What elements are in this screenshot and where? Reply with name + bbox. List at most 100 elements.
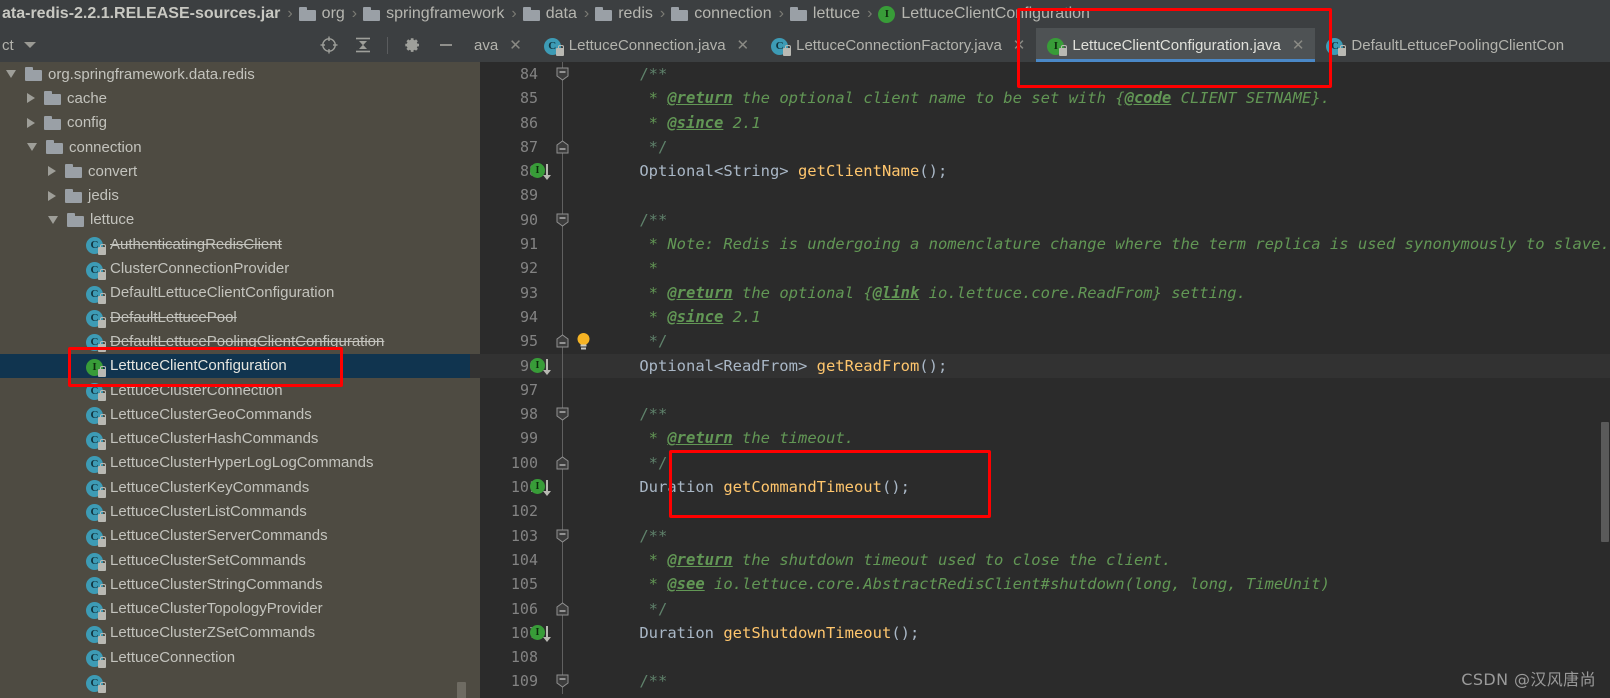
close-icon[interactable]: ✕: [509, 36, 522, 54]
tree-item-lettuceclusterconnection[interactable]: C LettuceClusterConnection: [0, 378, 470, 402]
code-line-91[interactable]: 91 * Note: Redis is undergoing a nomencl…: [470, 232, 1610, 257]
code-line-104[interactable]: 104 * @return the shutdown timeout used …: [470, 547, 1610, 573]
tree-scrollbar[interactable]: [457, 682, 466, 698]
code-line-86[interactable]: 86 * @since 2.1: [470, 110, 1610, 135]
tree-item-cache[interactable]: cache: [0, 86, 470, 110]
tree-item-defaultlettuceclientconfiguration[interactable]: C DefaultLettuceClientConfiguration: [0, 281, 470, 305]
tree-item-lettuceclusterkeycommands[interactable]: C LettuceClusterKeyCommands: [0, 475, 470, 499]
tree-item-authenticatingredisclient[interactable]: C AuthenticatingRedisClient: [0, 232, 470, 256]
code-line-99[interactable]: 99 * @return the timeout.: [470, 426, 1610, 451]
code-line-97[interactable]: 97: [470, 377, 1610, 403]
tree-item-lettuceclusterhashcommands[interactable]: C LettuceClusterHashCommands: [0, 426, 470, 450]
chevron-down-icon[interactable]: [48, 215, 58, 224]
tree-item-lettuceclientconfiguration[interactable]: I LettuceClientConfiguration: [0, 353, 470, 378]
tree-item-lettuceclustertopologyprovider[interactable]: C LettuceClusterTopologyProvider: [0, 597, 470, 621]
tree-item-clusterconnectionprovider[interactable]: C ClusterConnectionProvider: [0, 256, 470, 280]
tree-item-config[interactable]: config: [0, 111, 470, 135]
chevron-right-icon[interactable]: [48, 166, 56, 177]
intention-bulb-icon[interactable]: [576, 332, 591, 351]
code-line-108[interactable]: 108: [470, 645, 1610, 670]
tree-item-jedis[interactable]: jedis: [0, 183, 470, 207]
fold-end-icon[interactable]: [556, 329, 570, 353]
chevron-down-icon[interactable]: [27, 143, 37, 152]
project-tree: org.springframework.data.redis cache confi…: [0, 62, 470, 698]
tree-item-lettuceconnection[interactable]: C LettuceConnection: [0, 645, 470, 669]
editor-tab-lettuceconnectionfactory-java[interactable]: C LettuceConnectionFactory.java ✕: [760, 28, 1036, 62]
code-text: /**: [639, 672, 668, 691]
tree-item-label: LettuceClusterListCommands: [110, 502, 307, 520]
code-line-107[interactable]: 107 I Duration getShutdownTimeout();: [470, 620, 1610, 646]
chevron-right-icon[interactable]: [27, 93, 35, 104]
code-line-90[interactable]: 90 /**: [470, 207, 1610, 233]
code-line-93[interactable]: 93 * @return the optional {@link io.lett…: [470, 280, 1610, 305]
close-icon[interactable]: ✕: [1292, 36, 1305, 54]
code-line-96[interactable]: 96 I Optional<ReadFrom> getReadFrom();: [470, 353, 1610, 378]
fold-start-icon[interactable]: [556, 208, 570, 232]
breadcrumb-item-ata-redis-2-2-1-release-sources-jar[interactable]: ata-redis-2.2.1.RELEASE-sources.jar: [0, 0, 280, 28]
project-scope-selector[interactable]: ct: [0, 37, 36, 54]
collapse-all-icon[interactable]: [353, 35, 373, 55]
fold-end-icon[interactable]: [556, 451, 570, 475]
chevron-right-icon[interactable]: [48, 190, 56, 201]
tree-item-connection[interactable]: connection: [0, 135, 470, 159]
code-line-88[interactable]: 88 I Optional<String> getClientName();: [470, 159, 1610, 184]
code-text: * @return the timeout.: [648, 429, 854, 448]
code-line-98[interactable]: 98 /**: [470, 402, 1610, 427]
tree-item-defaultlettucepool[interactable]: C DefaultLettucePool: [0, 305, 470, 329]
code-line-84[interactable]: 84 /**: [470, 62, 1610, 87]
chevron-down-icon[interactable]: [6, 70, 16, 79]
tree-item-lettuceclusterzsetcommands[interactable]: C LettuceClusterZSetCommands: [0, 621, 470, 645]
editor-tab-defaultlettucepoolingclientcon[interactable]: C DefaultLettucePoolingClientCon: [1315, 28, 1575, 62]
tree-item[interactable]: C: [0, 669, 470, 693]
code-line-94[interactable]: 94 * @since 2.1: [470, 304, 1610, 330]
tree-item-lettuceclusterlistcommands[interactable]: C LettuceClusterListCommands: [0, 499, 470, 523]
editor-scrollbar[interactable]: [1601, 422, 1609, 542]
tree-item-lettuceclustersetcommands[interactable]: C LettuceClusterSetCommands: [0, 548, 470, 572]
breadcrumb-item-connection[interactable]: connection: [671, 0, 772, 28]
breadcrumb-item-data[interactable]: data: [522, 0, 577, 28]
tree-item-convert[interactable]: convert: [0, 159, 470, 183]
fold-guide: [562, 110, 563, 135]
tree-item-lettuceclusterstringcommands[interactable]: C LettuceClusterStringCommands: [0, 572, 470, 596]
close-icon[interactable]: ✕: [737, 36, 750, 54]
code-line-106[interactable]: 106 */: [470, 596, 1610, 621]
fold-start-icon[interactable]: [556, 62, 570, 86]
code-line-95[interactable]: 95 */: [470, 329, 1610, 354]
tree-item-defaultlettucepoolingclientconfiguration[interactable]: C DefaultLettucePoolingClientConfiguratio…: [0, 329, 470, 353]
code-line-100[interactable]: 100 */: [470, 450, 1610, 476]
code-line-109[interactable]: 109 /**: [470, 669, 1610, 694]
code-editor[interactable]: 84 /** 85 * @return the optional client n…: [470, 62, 1610, 698]
breadcrumb-item-lettuce[interactable]: lettuce: [789, 0, 860, 28]
tree-item-lettuceclustergeocommands[interactable]: C LettuceClusterGeoCommands: [0, 402, 470, 426]
tree-item-lettuce[interactable]: lettuce: [0, 208, 470, 232]
fold-end-icon[interactable]: [556, 597, 570, 621]
breadcrumb-item-lettuceclientconfiguration[interactable]: I LettuceClientConfiguration: [878, 0, 1090, 28]
code-line-87[interactable]: 87 */: [470, 134, 1610, 160]
breadcrumb-item-redis[interactable]: redis: [595, 0, 653, 28]
fold-start-icon[interactable]: [556, 402, 570, 426]
minimize-icon[interactable]: [436, 35, 456, 55]
fold-start-icon[interactable]: [556, 669, 570, 693]
code-line-101[interactable]: 101 I Duration getCommandTimeout();: [470, 475, 1610, 500]
breadcrumb-item-org[interactable]: org: [298, 0, 345, 28]
chevron-right-icon[interactable]: [27, 117, 35, 128]
code-line-102[interactable]: 102: [470, 499, 1610, 524]
code-line-89[interactable]: 89: [470, 183, 1610, 208]
close-icon[interactable]: ✕: [1013, 36, 1026, 54]
editor-tab-ava[interactable]: ava ✕: [470, 28, 533, 62]
editor-tab-lettuceclientconfiguration-java[interactable]: I LettuceClientConfiguration.java ✕: [1036, 28, 1316, 62]
code-line-105[interactable]: 105 * @see io.lettuce.core.AbstractRedis…: [470, 572, 1610, 597]
gear-icon[interactable]: [402, 35, 422, 55]
breadcrumb-item-springframework[interactable]: springframework: [363, 0, 504, 28]
fold-end-icon[interactable]: [556, 135, 570, 159]
code-line-92[interactable]: 92 *: [470, 256, 1610, 281]
tree-item-lettuceclusterhyperloglogcommands[interactable]: C LettuceClusterHyperLogLogCommands: [0, 451, 470, 475]
code-line-103[interactable]: 103 /**: [470, 523, 1610, 548]
locate-icon[interactable]: [319, 35, 339, 55]
editor-tab-lettuceconnection-java[interactable]: C LettuceConnection.java ✕: [533, 28, 760, 62]
tree-item-org-springframework-data-redis[interactable]: org.springframework.data.redis: [0, 62, 470, 86]
code-line-85[interactable]: 85 * @return the optional client name to…: [470, 86, 1610, 111]
fold-start-icon[interactable]: [556, 524, 570, 548]
tree-item-lettuceclusterservercommands[interactable]: C LettuceClusterServerCommands: [0, 524, 470, 548]
line-number: 106: [510, 599, 538, 618]
